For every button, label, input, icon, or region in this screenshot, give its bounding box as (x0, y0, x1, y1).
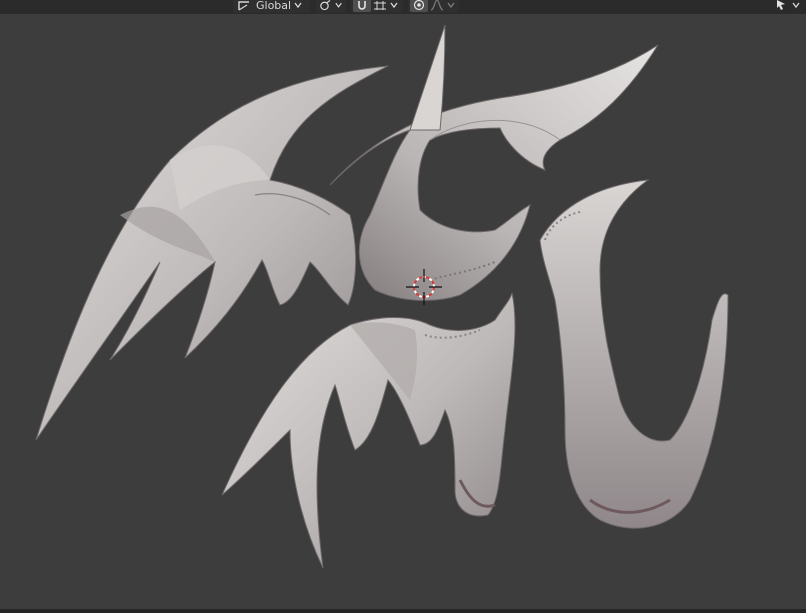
viewport-scene (35, 24, 729, 569)
transform-orientation-icon (238, 1, 249, 11)
pivot-point-icon (320, 0, 331, 11)
right-hook-mesh[interactable] (539, 179, 729, 529)
chevron-down-icon (792, 2, 800, 9)
falloff-dropdown[interactable] (430, 0, 456, 11)
chevron-down-icon (390, 2, 398, 9)
transform-orientation-label: Global (256, 0, 292, 12)
proportional-editing-controls (408, 0, 459, 13)
cursor-select-icon (777, 0, 785, 10)
select-tool-dropdown[interactable] (772, 0, 806, 13)
chevron-down-icon (294, 2, 302, 9)
pivot-point-dropdown[interactable] (316, 0, 346, 13)
status-bar (0, 609, 806, 613)
snapping-controls (351, 0, 403, 13)
top-horn-mesh[interactable] (329, 24, 659, 301)
snap-toggle-button[interactable] (353, 0, 371, 12)
chevron-down-icon (335, 2, 342, 8)
falloff-curve-icon (430, 0, 444, 11)
proportional-editing-icon (413, 0, 425, 11)
magnet-icon (358, 1, 366, 10)
viewport-header: Global (0, 0, 806, 14)
lower-wing-mesh[interactable] (221, 292, 516, 569)
3d-viewport[interactable] (0, 14, 806, 609)
chevron-down-icon (447, 2, 455, 9)
snap-mode-dropdown[interactable] (373, 0, 399, 11)
proportional-editing-toggle[interactable] (410, 0, 428, 12)
snap-increment-icon (374, 1, 386, 10)
transform-orientation-dropdown[interactable]: Global (233, 0, 310, 13)
